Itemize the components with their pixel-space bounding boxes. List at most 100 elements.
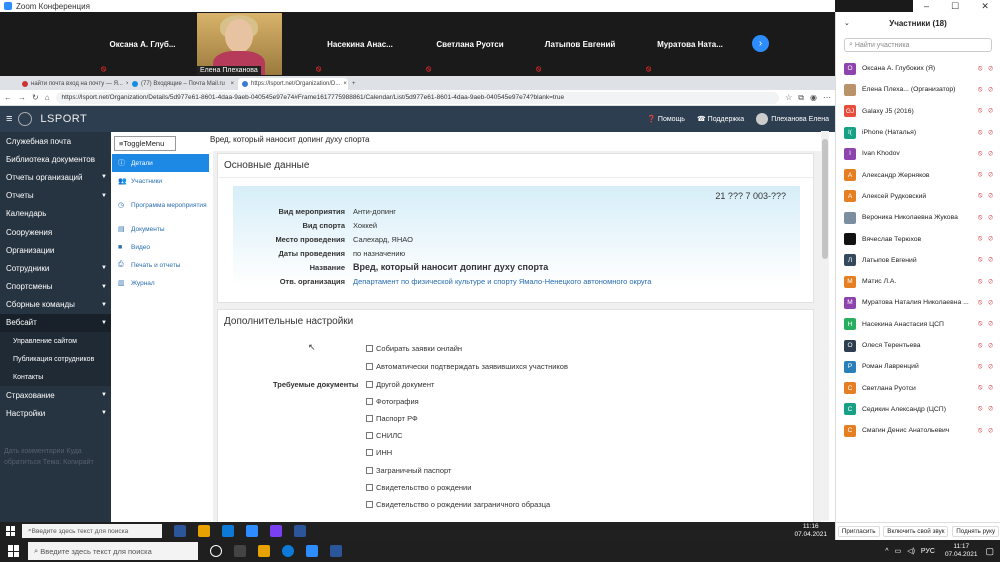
sidebar-item-facilities[interactable]: Сооружения — [0, 223, 111, 241]
doc-option[interactable]: Фотография — [366, 397, 419, 406]
zoom-taskbar-icon[interactable] — [306, 545, 318, 557]
participant-row[interactable]: Вячеслав Терюхов ⦸ ⊘ — [836, 228, 1000, 249]
maximize-icon[interactable]: ☐ — [951, 1, 959, 12]
next-page-button[interactable]: › — [752, 35, 769, 52]
word-icon[interactable] — [330, 545, 342, 557]
participant-row[interactable]: Вероника Николаевна Жукова ⦸ ⊘ — [836, 207, 1000, 228]
section-nav-log[interactable]: ▥ Журнал — [112, 274, 209, 292]
participant-tile[interactable]: Оксана А. Глуб... ⦸ — [95, 12, 190, 76]
checkbox[interactable] — [366, 501, 373, 508]
sidebar-item-website[interactable]: Вебсайт ▼ — [0, 313, 111, 333]
menu-dots-icon[interactable]: ⋯ — [823, 93, 831, 102]
checkbox[interactable] — [366, 363, 373, 370]
star-icon[interactable]: ☆ — [785, 93, 792, 102]
notifications-icon[interactable]: ▢ — [985, 546, 994, 557]
volume-icon[interactable]: ◁) — [907, 547, 915, 555]
checkbox[interactable] — [366, 432, 373, 439]
os-clock[interactable]: 11:17 07.04.2021 — [945, 543, 986, 559]
participant-row[interactable]: С Смагин Денис Анатольевич ⦸ ⊘ — [836, 420, 1000, 441]
support-link[interactable]: ☎ Поддержка — [697, 115, 744, 123]
option-row[interactable]: Автоматически подтверждать заявившихся у… — [366, 362, 568, 371]
explorer-icon[interactable] — [198, 525, 210, 537]
close-icon[interactable]: ✕ — [981, 1, 989, 12]
viber-icon[interactable] — [270, 525, 282, 537]
task-view-icon[interactable] — [174, 525, 186, 537]
windows-start-icon[interactable] — [8, 545, 20, 557]
taskbar-search-input[interactable]: ⌕ Введите здесь текст для поиска — [28, 542, 198, 560]
participant-row[interactable]: А Александр Жерняков ⦸ ⊘ — [836, 164, 1000, 185]
sidebar-item-docs[interactable]: Библиотека документов — [0, 150, 111, 168]
organization-link[interactable]: Департамент по физической культуре и спо… — [353, 277, 651, 286]
participant-tile[interactable]: Насекина Анас... ⦸ — [310, 12, 410, 76]
active-video-tile[interactable]: Елена Плеханова — [197, 13, 282, 75]
participant-row[interactable]: М Матис Л.А. ⦸ ⊘ — [836, 271, 1000, 292]
zoom-taskbar-icon[interactable] — [246, 525, 258, 537]
browser-tab[interactable]: найти почта вход на почту — Я... × — [18, 78, 128, 90]
sidebar-subitem-staff-publication[interactable]: Публикация сотрудников — [0, 350, 111, 369]
section-nav-participants[interactable]: 👥 Участники — [112, 172, 209, 190]
brand-name[interactable]: LSPORT — [40, 113, 87, 125]
doc-option[interactable]: Свидетельство о рождении заграничного об… — [366, 500, 550, 509]
task-view-icon[interactable] — [234, 545, 246, 557]
network-icon[interactable]: ▭ — [895, 547, 902, 555]
profile-icon[interactable]: ◉ — [810, 93, 817, 102]
participant-row[interactable]: А Алексей Рудковский ⦸ ⊘ — [836, 186, 1000, 207]
sidebar-item-teams[interactable]: Сборные команды ▼ — [0, 296, 111, 314]
section-nav-details[interactable]: ⓘ Детали — [112, 154, 209, 172]
participant-row[interactable]: О Олеся Терентьева ⦸ ⊘ — [836, 335, 1000, 356]
browser-tab-active[interactable]: https://lsport.net/Organization/D... × — [238, 78, 348, 90]
section-nav-program[interactable]: ◷ Программа мероприятия — [112, 190, 209, 220]
section-nav-video[interactable]: ■ Видео — [112, 238, 209, 256]
checkbox[interactable] — [366, 484, 373, 491]
checkbox[interactable] — [366, 381, 373, 388]
option-row[interactable]: Собирать заявки онлайн — [366, 344, 462, 353]
collections-icon[interactable]: ⧉ — [798, 93, 804, 103]
doc-option[interactable]: Другой документ — [366, 380, 434, 389]
unmute-self-button[interactable]: Включить свой звук — [883, 526, 949, 537]
participant-row[interactable]: GJ Galaxy J5 (2016) ⦸ ⊘ — [836, 101, 1000, 122]
checkbox[interactable] — [366, 415, 373, 422]
checkbox[interactable] — [366, 449, 373, 456]
sidebar-item-organizations[interactable]: Организации — [0, 241, 111, 259]
page-scrollbar[interactable] — [821, 131, 829, 521]
forward-icon[interactable]: → — [18, 93, 26, 102]
doc-option[interactable]: ИНН — [366, 448, 392, 457]
participant-row[interactable]: Л Латыпов Евгений ⦸ ⊘ — [836, 250, 1000, 271]
sidebar-item-reports[interactable]: Отчеты ▼ — [0, 187, 111, 205]
invite-button[interactable]: Пригласить — [837, 526, 880, 537]
browser-tab[interactable]: (77) Входящие – Почта Mail.ru × — [128, 78, 238, 90]
sidebar-item-insurance[interactable]: Страхование ▼ — [0, 386, 111, 404]
sidebar-item-mail[interactable]: Служебная почта — [0, 132, 111, 150]
back-icon[interactable]: ← — [4, 93, 12, 102]
sidebar-item-staff[interactable]: Сотрудники ▼ — [0, 259, 111, 277]
sidebar-subitem-site-management[interactable]: Управление сайтом — [0, 332, 111, 351]
close-tab-icon[interactable]: × — [227, 81, 234, 87]
participant-row[interactable]: Елена Плеха... (Организатор) ⦸ ⊘ — [836, 79, 1000, 100]
doc-option[interactable]: СНИЛС — [366, 431, 403, 440]
section-nav-print[interactable]: ⎙ Печать и отчеты — [112, 256, 209, 274]
participant-row[interactable]: I(iPhone (Наталья) ⦸ ⊘ — [836, 122, 1000, 143]
checkbox[interactable] — [366, 467, 373, 474]
chevron-up-icon[interactable]: ^ — [885, 548, 888, 555]
minimize-icon[interactable]: – — [924, 1, 929, 11]
word-icon[interactable] — [294, 525, 306, 537]
sidebar-subitem-contacts[interactable]: Контакты — [0, 368, 111, 387]
edge-icon[interactable] — [222, 525, 234, 537]
sidebar-item-athletes[interactable]: Спортсмены ▼ — [0, 278, 111, 296]
participant-row[interactable]: О Оксана А. Глубоких (Я) ⦸ ⊘ — [836, 58, 1000, 79]
hamburger-icon[interactable]: ≡ — [6, 113, 12, 125]
user-menu[interactable]: Плеханова Елена — [756, 113, 829, 125]
close-tab-icon[interactable]: × — [340, 81, 347, 87]
participant-row[interactable]: С Светлана Руотси ⦸ ⊘ — [836, 377, 1000, 398]
raise-hand-button[interactable]: Поднять руку — [952, 526, 1000, 537]
participant-row[interactable]: Н Насекина Анастасия ЦСП ⦸ ⊘ — [836, 314, 1000, 335]
home-icon[interactable]: ⌂ — [45, 93, 50, 102]
participant-search-input[interactable]: ⌕ Найти участника — [844, 38, 992, 52]
chevron-down-icon[interactable]: ⌄ — [844, 19, 850, 27]
participant-row[interactable]: Р Роман Лавренций ⦸ ⊘ — [836, 356, 1000, 377]
participant-tile[interactable]: Светлана Руотси ⦸ — [420, 12, 520, 76]
cortana-icon[interactable] — [210, 545, 222, 557]
section-nav-documents[interactable]: ▤ Документы — [112, 220, 209, 238]
new-tab-button[interactable]: + — [348, 78, 362, 90]
scrollbar-thumb[interactable] — [822, 139, 828, 259]
